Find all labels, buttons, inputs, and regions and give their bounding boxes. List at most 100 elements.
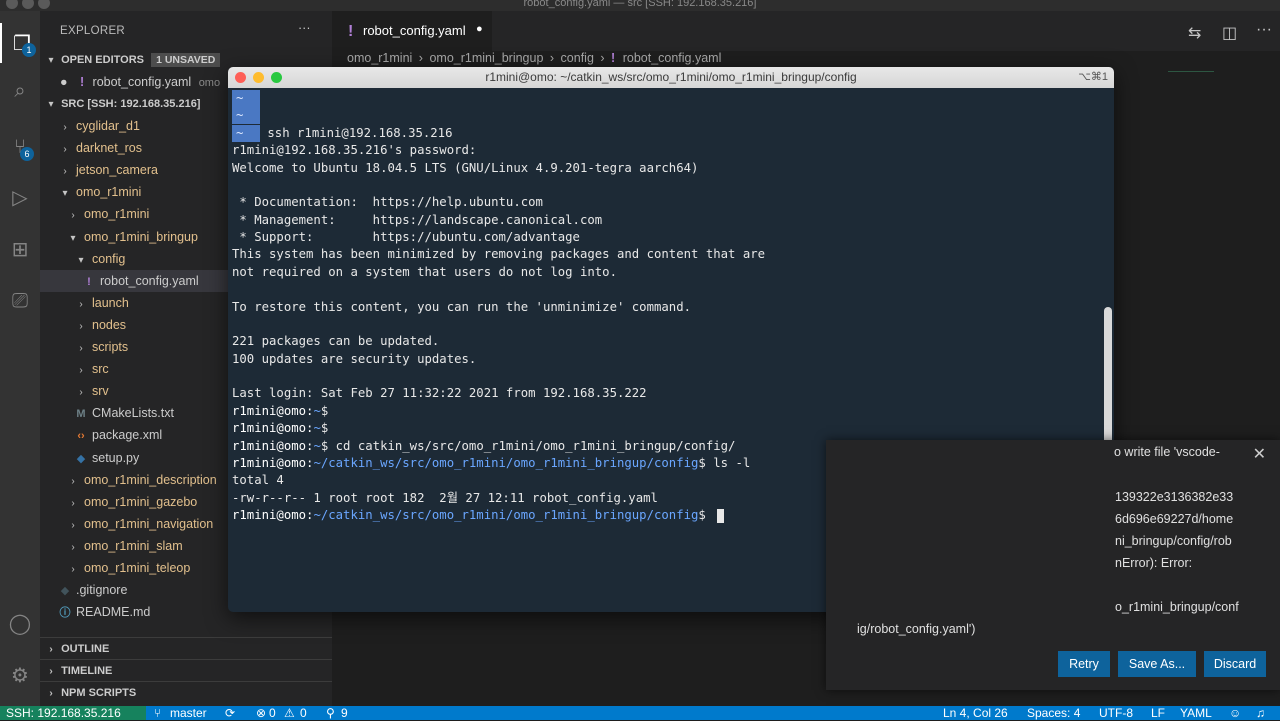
branch-icon: ⑂	[154, 706, 162, 720]
end-of-line[interactable]: LF	[1151, 705, 1165, 721]
indentation[interactable]: Spaces: 4	[1027, 705, 1080, 721]
chevron-right-icon: ›	[418, 51, 423, 65]
terminal-prompt: r1mini@omo:	[232, 421, 314, 436]
vim-tilde: ~	[232, 124, 260, 142]
branch-label[interactable]: master	[170, 705, 207, 721]
chevron-right-icon: ›	[71, 519, 75, 531]
notification-message-line: o write file 'vscode-	[1114, 445, 1220, 459]
minimap[interactable]	[1168, 71, 1214, 92]
terminal-prompt: r1mini@omo:	[232, 438, 314, 453]
more-actions-icon[interactable]: ···	[298, 21, 311, 35]
unsaved-dot-icon[interactable]: ●	[476, 23, 483, 35]
terminal-minimize-button[interactable]	[253, 72, 264, 83]
outline-section[interactable]: › OUTLINE	[40, 637, 332, 660]
tree-label: jetson_camera	[76, 163, 158, 178]
tree-label: launch	[92, 295, 129, 310]
tab-label: robot_config.yaml	[363, 23, 466, 38]
terminal-path: ~	[313, 403, 321, 418]
terminal-prompt: r1mini@omo:	[232, 508, 314, 523]
tab-robot-config[interactable]: ! robot_config.yaml ●	[332, 11, 492, 51]
chevron-right-icon: ›	[71, 475, 75, 487]
terminal-text: ssh r1mini@192.168.35.216	[260, 125, 453, 140]
remote-indicator[interactable]: SSH: 192.168.35.216	[0, 706, 146, 720]
terminal-command: $	[320, 403, 329, 418]
discard-button[interactable]: Discard	[1204, 651, 1266, 677]
terminal-prompt: r1mini@omo:	[232, 455, 314, 470]
tree-label: README.md	[76, 605, 151, 620]
error-count[interactable]: 0	[269, 705, 276, 721]
breadcrumb-item[interactable]: omo_r1mini_bringup	[429, 51, 543, 65]
tree-label: omo_r1mini_gazebo	[84, 494, 198, 509]
chevron-down-icon: ▾	[62, 188, 68, 200]
notification-message-line: ig/robot_config.yaml')	[857, 622, 976, 636]
terminal-line: * Support: https://ubuntu.com/advantage	[232, 230, 580, 245]
remote-label: SSH: 192.168.35.216	[6, 706, 121, 720]
chevron-right-icon: ›	[63, 122, 67, 133]
chevron-right-icon: ›	[49, 644, 53, 655]
warning-count[interactable]: 0	[300, 705, 307, 721]
breadcrumb-item[interactable]: omo_r1mini	[347, 51, 412, 65]
terminal-zoom-button[interactable]	[271, 72, 282, 83]
breadcrumb-item[interactable]: config	[561, 51, 594, 65]
tree-label: cyglidar_d1	[76, 119, 140, 133]
gear-icon: ⚙	[11, 664, 29, 687]
save-as-button[interactable]: Save As...	[1118, 651, 1196, 677]
explorer-activity[interactable]: ❐ 1	[0, 23, 42, 63]
open-editor-filename: robot_config.yaml	[92, 75, 192, 89]
manage-activity[interactable]: ⚙	[0, 655, 40, 695]
terminal-line: This system has been minimized by removi…	[232, 247, 766, 262]
chevron-right-icon: ›	[71, 497, 75, 509]
split-editor-icon[interactable]: ◫	[1222, 23, 1237, 43]
encoding[interactable]: UTF-8	[1099, 705, 1133, 721]
chevron-right-icon: ›	[79, 298, 83, 310]
remote-explorer-activity[interactable]: ⎚	[0, 281, 40, 321]
tree-label: omo_r1mini	[84, 207, 150, 222]
cursor-position[interactable]: Ln 4, Col 26	[943, 705, 1008, 721]
close-icon[interactable]: ✕	[1253, 444, 1266, 464]
open-editors-label: OPEN EDITORS	[61, 54, 144, 66]
language-mode[interactable]: YAML	[1180, 705, 1212, 721]
open-editor-path: omo	[198, 77, 221, 89]
notification-message-line: ni_bringup/config/rob	[1115, 534, 1232, 548]
open-changes-icon[interactable]: ⇆	[1188, 23, 1201, 43]
npm-scripts-label: NPM SCRIPTS	[61, 687, 137, 699]
terminal-close-button[interactable]	[235, 72, 246, 83]
npm-scripts-section[interactable]: › NPM SCRIPTS	[40, 681, 332, 704]
window-titlebar: robot_config.yaml — src [SSH: 192.168.35…	[0, 0, 1280, 11]
terminal-line: 221 packages can be updated.	[232, 334, 440, 349]
chevron-down-icon: ▾	[48, 99, 54, 110]
search-activity[interactable]: ⌕	[0, 71, 40, 111]
remote-explorer-icon: ⎚	[12, 289, 28, 312]
breadcrumb-item[interactable]: robot_config.yaml	[623, 51, 722, 65]
feedback-icon[interactable]: ☺	[1229, 705, 1241, 721]
retry-button[interactable]: Retry	[1058, 651, 1110, 677]
outline-label: OUTLINE	[61, 643, 110, 655]
accounts-activity[interactable]: ◯	[0, 603, 40, 643]
terminal-line: r1mini@omo:~$ cd catkin_ws/src/omo_r1min…	[232, 438, 735, 455]
terminal-line: 100 updates are security updates.	[232, 351, 477, 366]
tree-label: omo_r1mini_teleop	[84, 561, 191, 575]
terminal-line: total 4	[232, 473, 284, 488]
unsaved-dot-icon: ●	[60, 75, 68, 89]
more-actions-icon[interactable]: ···	[1256, 21, 1272, 39]
sync-icon[interactable]: ⟳	[225, 705, 235, 721]
terminal-command: $	[320, 421, 329, 436]
terminal-line: ~ ssh r1mini@192.168.35.216	[232, 124, 453, 142]
terminal-line: r1mini@192.168.35.216's password:	[232, 143, 477, 158]
yaml-file-icon: !	[79, 75, 85, 89]
source-control-activity[interactable]: ⑂ 6	[0, 127, 40, 167]
extensions-activity[interactable]: ⊞	[0, 229, 40, 269]
editor-tab-bar: ! robot_config.yaml ● ⇆ ◫ ···	[332, 11, 1280, 51]
run-debug-activity[interactable]: ▷	[0, 177, 40, 217]
timeline-section[interactable]: › TIMELINE	[40, 659, 332, 682]
chevron-right-icon: ›	[63, 144, 67, 156]
chevron-right-icon: ›	[71, 210, 75, 222]
terminal-line: not required on a system that users do n…	[232, 264, 617, 279]
terminal-titlebar: r1mini@omo: ~/catkin_ws/src/omo_r1mini/o…	[228, 67, 1114, 88]
unsaved-badge: 1 UNSAVED	[151, 53, 221, 67]
save-error-notification: ✕ o write file 'vscode- 139322e3136382e3…	[826, 440, 1280, 690]
ports-count[interactable]: 9	[341, 705, 348, 721]
chevron-right-icon: ›	[63, 166, 67, 178]
tree-label: omo_r1mini	[76, 185, 142, 200]
bell-icon[interactable]: ♫	[1256, 705, 1265, 721]
